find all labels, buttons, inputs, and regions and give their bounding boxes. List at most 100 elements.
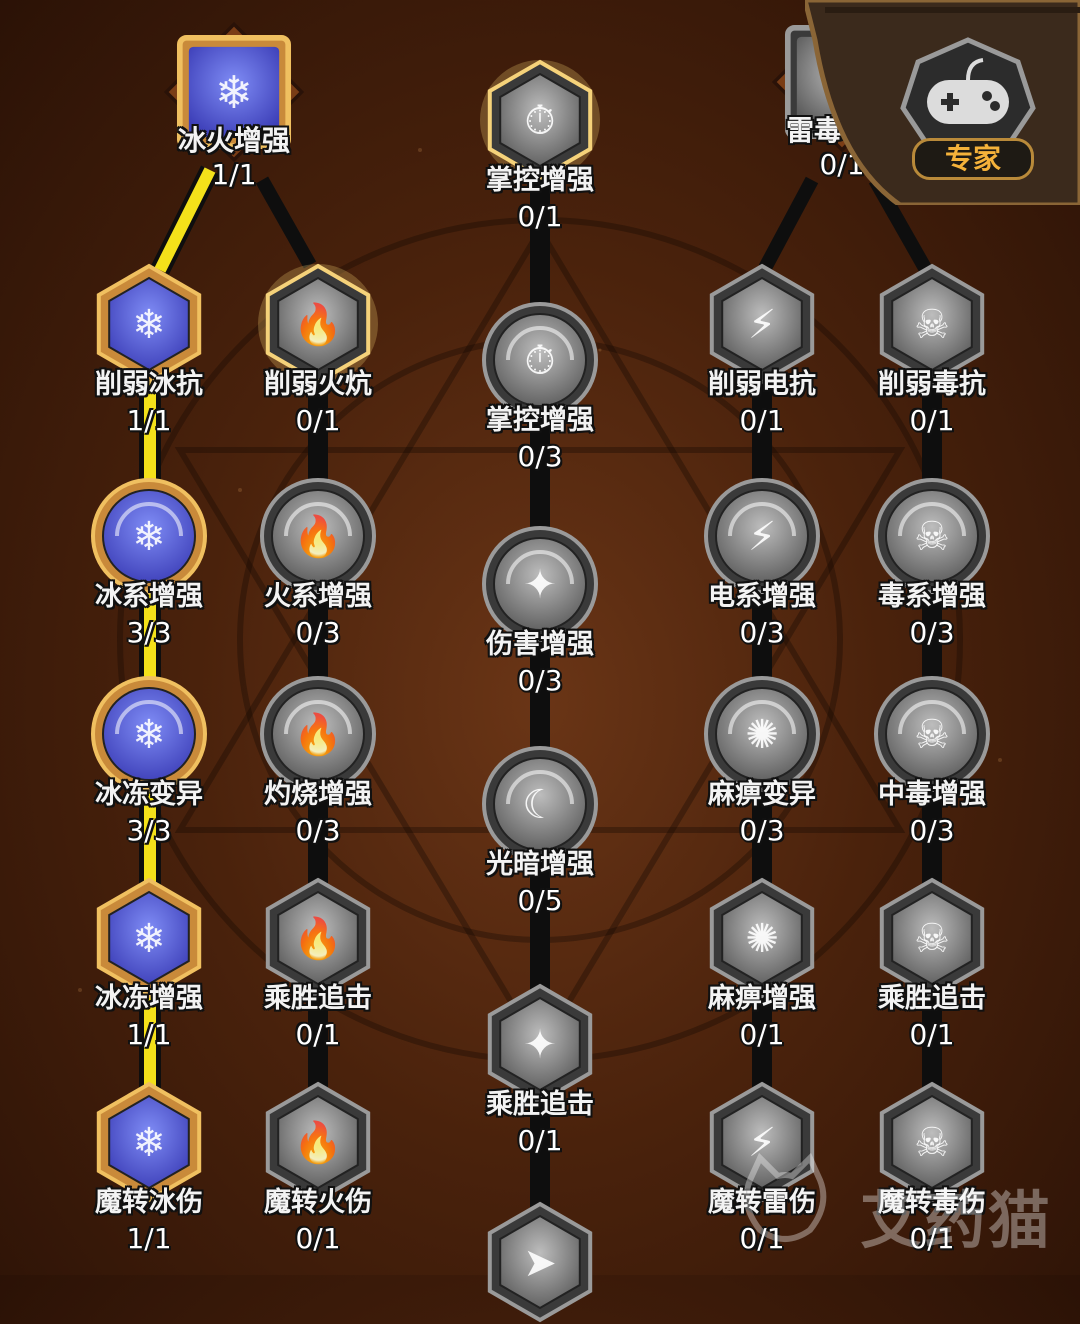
skill-level-count: 3/3 [126,616,172,649]
skill-label: 冰冻变异 [95,779,203,810]
skill-node-pursuit-center[interactable]: ✦ 乘胜追击 0/1 [455,982,625,1158]
svg-text:❄: ❄ [132,514,166,560]
skill-node-ice-boost[interactable]: ❄ 冰系增强 3/3 [64,474,234,650]
skill-level-count: 0/3 [739,616,785,649]
skill-level-count: 0/1 [517,200,563,233]
skill-node-fire-boost[interactable]: 🔥 火系增强 0/3 [233,474,403,650]
flame-crossed-icon: 🔥 [258,263,378,385]
stopwatch-icon: ⏱ [480,59,600,181]
skill-label: 灼烧增强 [264,779,372,810]
skill-node-freeze-boost[interactable]: ❄ 冰冻增强 1/1 [64,876,234,1052]
svg-text:🔥: 🔥 [293,301,343,348]
skill-level-count: 1/1 [126,404,172,437]
flame-target-icon: 🔥 [265,1081,371,1203]
svg-text:⚡: ⚡ [748,302,776,348]
skill-node-pursuit-fire[interactable]: 🔥 乘胜追击 0/1 [233,876,403,1052]
skill-node-control-boost[interactable]: ⏱ 掌控增强 0/3 [455,298,625,474]
skill-label: 伤害增强 [486,629,594,660]
skull-crossed-icon: ☠ [879,263,985,385]
svg-text:❄: ❄ [132,712,166,758]
skill-label: 冰系增强 [95,581,203,612]
skill-label: 电系增强 [708,581,816,612]
skill-label: 麻痹变异 [708,779,816,810]
vortex-icon: ✺ [704,676,820,792]
skill-node-control-boost-top[interactable]: ⏱ 掌控增强 0/1 [455,58,625,234]
skill-node-pursuit-poison[interactable]: ☠ 乘胜追击 0/1 [847,876,1017,1052]
expert-mode-label[interactable]: 专家 [912,138,1034,180]
skill-node-ice-fire-boost[interactable]: ❄ 冰火增强 1/1 [149,22,319,192]
spike-arrows-icon: ✦ [482,526,598,642]
skill-node-electric-boost[interactable]: ⚡ 电系增强 0/3 [677,474,847,650]
skill-label: 魔转火伤 [264,1187,372,1218]
watermark-text: 艾药猫 [860,1184,1053,1257]
skill-node-freeze-mutation[interactable]: ❄ 冰冻变异 3/3 [64,672,234,848]
watermark: 艾药猫 [730,1150,1070,1257]
skill-node-hidden-bottom[interactable]: ➤ [455,1200,625,1323]
skill-node-poisoning-boost[interactable]: ☠ 中毒增强 0/3 [847,672,1017,848]
skill-level-count: 1/1 [126,1222,172,1255]
skill-node-paralysis-mutation[interactable]: ✺ 麻痹变异 0/3 [677,672,847,848]
skill-level-count: 3/3 [126,814,172,847]
skill-node-burn-boost[interactable]: 🔥 灼烧增强 0/3 [233,672,403,848]
svg-text:❄: ❄ [132,1120,166,1166]
skill-label: 乘胜追击 [264,983,372,1014]
skill-level-count: 1/1 [126,1018,172,1051]
skill-label: 削弱冰抗 [95,369,203,400]
snowflake-arrows-icon: ❄ [91,478,207,594]
skill-node-magic-fire-damage[interactable]: 🔥 魔转火伤 0/1 [233,1080,403,1256]
skill-level-count: 0/1 [295,1018,341,1051]
skill-label: 火系增强 [264,581,372,612]
skill-level-count: 0/5 [517,884,563,917]
lightning-crossed-icon: ⚡ [709,263,815,385]
skill-node-weaken-ice[interactable]: ❄ 削弱冰抗 1/1 [64,262,234,438]
skill-label: 乘胜追击 [878,983,986,1014]
skill-node-magic-ice-damage[interactable]: ❄ 魔转冰伤 1/1 [64,1080,234,1256]
svg-text:🔥: 🔥 [293,711,343,758]
skill-level-count: 0/3 [739,814,785,847]
svg-text:☾: ☾ [522,782,558,828]
skill-label: 削弱电抗 [708,369,816,400]
skill-level-count: 0/3 [295,814,341,847]
skill-node-light-dark-boost[interactable]: ☾ 光暗增强 0/5 [455,742,625,918]
skill-level-count: 0/3 [295,616,341,649]
skull-ring-icon: ☠ [879,877,985,999]
skill-node-poison-boost[interactable]: ☠ 毒系增强 0/3 [847,474,1017,650]
vortex-ring-icon: ✺ [709,877,815,999]
skill-level-count: 0/1 [517,1124,563,1157]
snowflake-crossed-icon: ❄ [96,263,202,385]
skill-node-damage-boost[interactable]: ✦ 伤害增强 0/3 [455,522,625,698]
flame-ring-icon: 🔥 [265,877,371,999]
svg-text:☠: ☠ [914,712,950,758]
skull-arrows-icon: ☠ [874,478,990,594]
skill-level-count: 0/3 [909,814,955,847]
skill-label: 光暗增强 [486,849,594,880]
skill-node-paralysis-boost[interactable]: ✺ 麻痹增强 0/1 [677,876,847,1052]
svg-text:🔥: 🔥 [293,915,343,962]
skill-level-count: 0/3 [517,440,563,473]
skill-level-count: 0/1 [739,404,785,437]
svg-text:✦: ✦ [523,562,557,608]
runner-icon: ➤ [487,1201,593,1323]
svg-text:⚡: ⚡ [748,514,776,560]
skill-node-weaken-electric[interactable]: ⚡ 削弱电抗 0/1 [677,262,847,438]
svg-text:⏱: ⏱ [524,98,555,144]
svg-text:✦: ✦ [523,1022,557,1068]
skill-level-count: 0/3 [909,616,955,649]
snowflake-target-icon: ❄ [96,1081,202,1203]
skill-label: 冰冻增强 [95,983,203,1014]
skill-level-count: 0/1 [909,1018,955,1051]
svg-text:🔥: 🔥 [293,513,343,560]
skill-label: 掌控增强 [486,405,594,436]
svg-text:✺: ✺ [745,712,779,758]
svg-text:✺: ✺ [745,916,779,962]
snowflake-ring-icon: ❄ [96,877,202,999]
skill-node-weaken-fire[interactable]: 🔥 削弱火炕 0/1 [233,262,403,438]
svg-text:➤: ➤ [523,1240,557,1286]
svg-text:❄: ❄ [215,66,253,119]
svg-text:❄: ❄ [132,302,166,348]
skill-level-count: 0/3 [517,664,563,697]
skill-node-weaken-poison[interactable]: ☠ 削弱毒抗 0/1 [847,262,1017,438]
skill-label: 魔转冰伤 [95,1187,203,1218]
skill-label: 削弱火炕 [264,369,372,400]
skull-swirl-icon: ☠ [874,676,990,792]
